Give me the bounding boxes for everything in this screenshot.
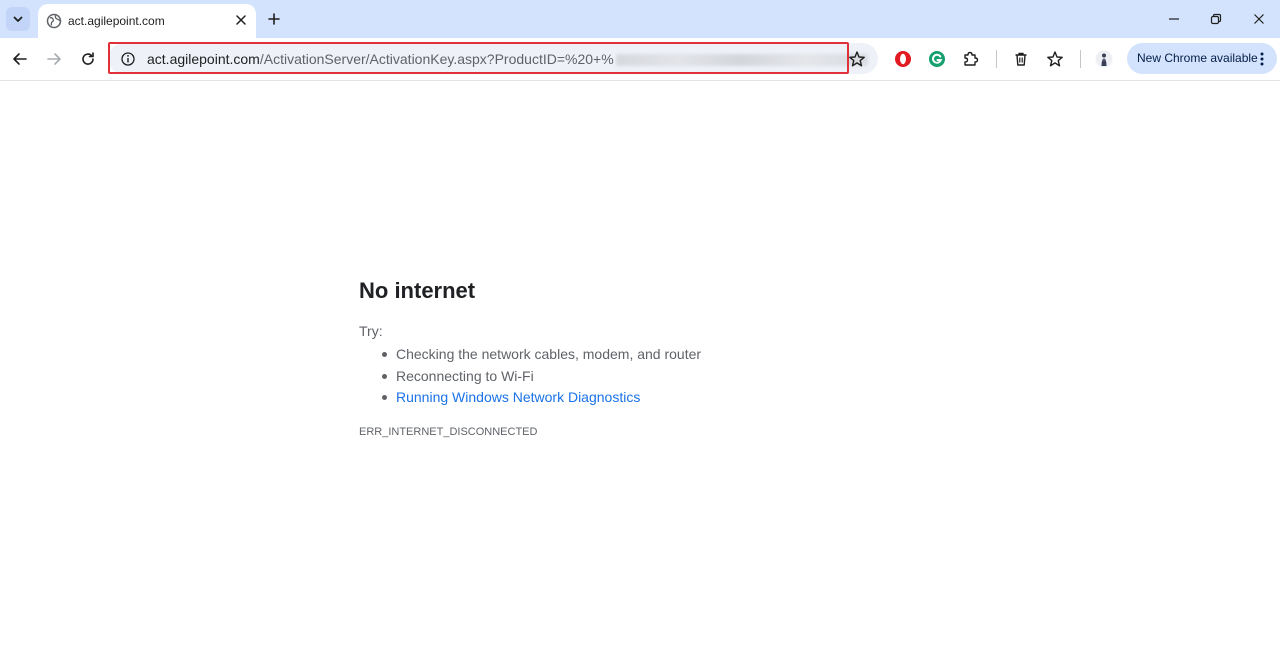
reload-icon xyxy=(82,52,94,65)
plus-icon xyxy=(268,13,280,25)
star-icon xyxy=(1047,51,1063,67)
chevron-down-icon xyxy=(13,16,23,22)
opera-icon xyxy=(895,51,911,67)
star-icon[interactable] xyxy=(848,50,866,68)
avatar-icon xyxy=(1095,50,1113,68)
tab-close-button[interactable] xyxy=(232,11,250,29)
tab-title: act.agilepoint.com xyxy=(68,14,165,28)
page-title: No internet xyxy=(359,278,476,303)
tab-search-button[interactable] xyxy=(6,7,30,31)
arrow-right-icon xyxy=(47,53,61,65)
grammarly-icon xyxy=(929,51,945,67)
network-diagnostics-link[interactable]: Running Windows Network Diagnostics xyxy=(379,387,919,409)
error-page: No internet Try: Checking the network ca… xyxy=(359,276,919,439)
close-icon xyxy=(1254,14,1264,24)
error-code: ERR_INTERNET_DISCONNECTED xyxy=(359,425,538,438)
update-label: New Chrome available xyxy=(1137,51,1258,65)
list-item: Checking the network cables, modem, and … xyxy=(379,344,919,366)
toolbar-separator xyxy=(1080,50,1081,68)
new-chrome-available-button[interactable]: New Chrome available xyxy=(1127,43,1277,74)
delete-button[interactable] xyxy=(1011,49,1031,69)
profile-button[interactable] xyxy=(1094,49,1114,69)
address-highlight-box xyxy=(108,42,849,74)
grammarly-extension-button[interactable] xyxy=(927,49,947,69)
try-label: Try: xyxy=(359,323,383,339)
suggestions-list: Checking the network cables, modem, and … xyxy=(359,344,919,409)
new-tab-button[interactable] xyxy=(263,8,285,30)
puzzle-icon xyxy=(964,51,979,66)
toolbar-separator xyxy=(996,50,997,68)
kebab-menu-icon xyxy=(1260,52,1264,66)
tab-strip: act.agilepoint.com xyxy=(0,0,1280,38)
restore-icon xyxy=(1210,13,1222,25)
globe-icon xyxy=(46,13,62,29)
close-icon xyxy=(236,15,246,25)
trash-icon xyxy=(1015,52,1027,66)
forward-button[interactable] xyxy=(43,48,65,70)
minimize-button[interactable] xyxy=(1163,8,1185,30)
minimize-icon xyxy=(1169,18,1179,20)
extensions-button[interactable] xyxy=(961,49,981,69)
list-item: Reconnecting to Wi-Fi xyxy=(379,366,919,388)
reload-button[interactable] xyxy=(77,48,99,70)
active-tab[interactable]: act.agilepoint.com xyxy=(38,4,256,38)
window-close-button[interactable] xyxy=(1248,8,1270,30)
opera-extension-button[interactable] xyxy=(893,49,913,69)
toolbar: act.agilepoint.com/ActivationServer/Acti… xyxy=(0,38,1280,81)
restore-button[interactable] xyxy=(1205,8,1227,30)
back-button[interactable] xyxy=(9,48,31,70)
arrow-left-icon xyxy=(13,53,27,65)
menu-button[interactable] xyxy=(1255,50,1269,68)
bookmarks-button[interactable] xyxy=(1045,49,1065,69)
